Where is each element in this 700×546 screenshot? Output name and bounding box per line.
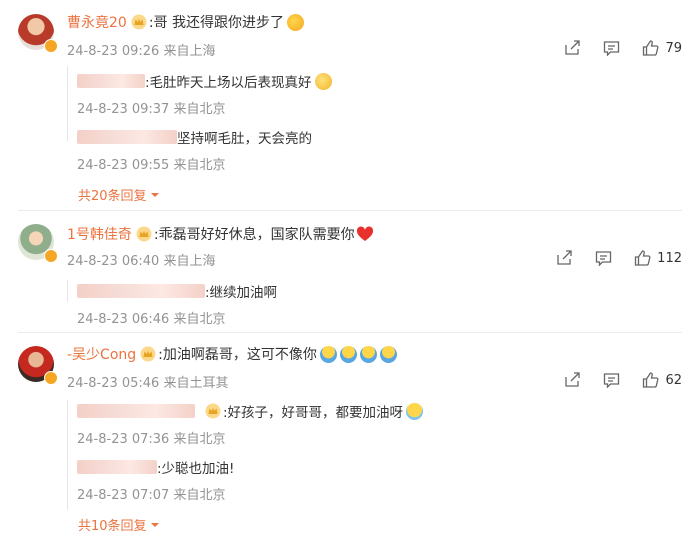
reply-divider (67, 280, 68, 302)
blurred-username (77, 460, 157, 474)
like-icon[interactable]: 79 (642, 40, 682, 56)
cry-emoji-icon (406, 402, 424, 420)
reply-item: :好孩子，好哥哥，都要加油呀 24-8-23 07:36 来自北京 (77, 402, 424, 447)
emoji-icon (314, 72, 332, 90)
heart-icon (356, 226, 373, 241)
crown-icon (205, 403, 221, 419)
share-icon[interactable] (564, 372, 581, 388)
reply-item: :继续加油啊 24-8-23 06:46 来自北京 (77, 282, 277, 327)
chevron-down-icon (150, 192, 159, 197)
reply-text: :继续加油啊 (205, 285, 278, 301)
comment-meta: 24-8-23 06:40 来自上海 (67, 254, 216, 269)
blurred-username (77, 74, 145, 88)
crown-icon (136, 226, 152, 242)
comment-text: :哥 我还得跟你进步了 (148, 15, 284, 31)
reply-text: :少聪也加油! (157, 461, 235, 477)
like-icon[interactable]: 112 (634, 250, 682, 266)
divider (18, 210, 682, 211)
more-replies-link[interactable]: 共20条回复 (78, 185, 160, 204)
verified-badge-icon (44, 371, 58, 385)
comment-meta: 24-8-23 05:46 来自土耳其 (67, 376, 229, 391)
reply-meta: 24-8-23 06:46 来自北京 (77, 312, 226, 327)
hug-emoji-icon (339, 345, 357, 363)
hug-emoji-icon (379, 345, 397, 363)
reply-text: :毛肚昨天上场以后表现真好 (145, 75, 312, 91)
blurred-username (77, 284, 205, 298)
crown-icon (140, 346, 156, 362)
like-icon[interactable]: 62 (642, 372, 682, 388)
share-icon[interactable] (564, 40, 581, 56)
blurred-username (77, 404, 195, 418)
reply-divider (67, 66, 68, 141)
reply-item: :毛肚昨天上场以后表现真好 24-8-23 09:37 来自北京 (77, 72, 332, 117)
username[interactable]: 曹永竟20 (67, 12, 127, 32)
chevron-down-icon (150, 522, 159, 527)
reply-meta: 24-8-23 07:07 来自北京 (77, 488, 226, 503)
crown-icon (131, 14, 147, 30)
comment-icon[interactable] (595, 250, 612, 266)
comment-text: :加油啊磊哥，这可不像你 (158, 347, 317, 363)
username[interactable]: 1号韩佳奇 (67, 224, 132, 244)
reply-thread: :继续加油啊 24-8-23 06:46 来自北京 (67, 280, 662, 328)
reply-text: :好孩子，好哥哥，都要加油呀 (223, 405, 404, 421)
share-icon[interactable] (556, 250, 573, 266)
reply-item: :少聪也加油! 24-8-23 07:07 来自北京 (77, 458, 234, 503)
reply-item: 坚持啊毛肚，天会亮的 24-8-23 09:55 来自北京 (77, 128, 312, 173)
verified-badge-icon (44, 249, 58, 263)
hug-emoji-icon (359, 345, 377, 363)
comment-icon[interactable] (603, 372, 620, 388)
hug-emoji-icon (319, 345, 337, 363)
reply-meta: 24-8-23 09:37 来自北京 (77, 102, 226, 117)
reply-divider (67, 400, 68, 510)
reply-meta: 24-8-23 07:36 来自北京 (77, 432, 226, 447)
like-count: 79 (665, 40, 682, 56)
like-count: 112 (657, 250, 682, 266)
username[interactable]: -吴少Cong (67, 344, 136, 364)
comment-icon[interactable] (603, 40, 620, 56)
reply-meta: 24-8-23 09:55 来自北京 (77, 158, 226, 173)
blurred-username (77, 130, 177, 144)
like-count: 62 (665, 372, 682, 388)
blush-emoji-icon (287, 13, 304, 31)
divider (18, 332, 682, 333)
verified-badge-icon (44, 39, 58, 53)
more-replies-link[interactable]: 共10条回复 (78, 515, 160, 534)
comment-text: :乖磊哥好好休息，国家队需要你 (153, 227, 355, 243)
comment-meta: 24-8-23 09:26 来自上海 (67, 44, 216, 59)
reply-text: 坚持啊毛肚，天会亮的 (177, 131, 312, 147)
